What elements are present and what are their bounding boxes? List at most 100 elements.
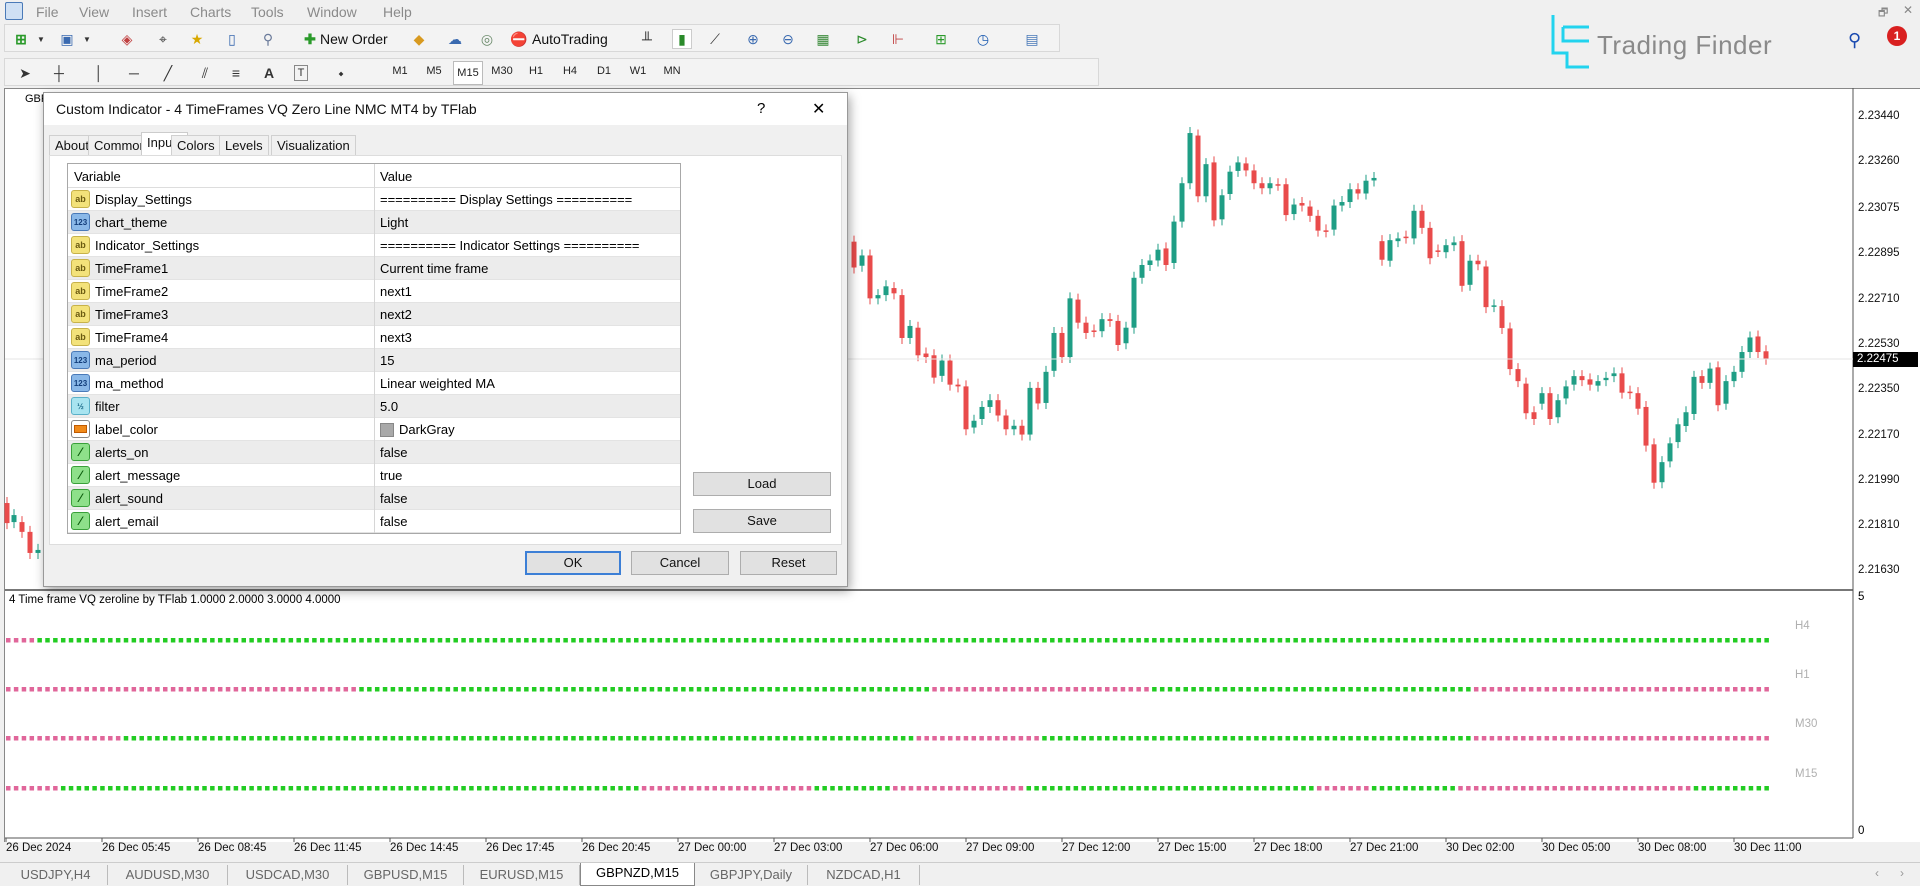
input-value[interactable]: Linear weighted MA [380,376,495,391]
indicator-dot-down [681,786,686,791]
indicator-dot-up [845,786,851,791]
indicator-dot-up [1379,786,1385,791]
input-value[interactable]: false [380,445,407,460]
indicator-axis-min: 0 [1858,825,1865,837]
indicator-dot-up [1458,736,1463,741]
input-value[interactable]: next3 [380,330,412,345]
input-row-indicator_settings[interactable]: Indicator_Settings ========== Indicator S… [68,234,680,257]
indicator-dot-down [225,687,231,692]
time-label: 27 Dec 06:00 [870,842,939,854]
input-row-timeframe3[interactable]: TimeFrame3 next2 [68,303,680,326]
candle-body [1731,371,1737,382]
ok-button[interactable]: OK [525,551,621,575]
indicator-dot-up [1607,638,1612,643]
input-value[interactable]: ========== Indicator Settings ========== [380,238,640,253]
input-row-display_settings[interactable]: Display_Settings ========== Display Setti… [68,188,680,211]
input-value[interactable]: false [380,514,407,529]
chart-tab-gbpusd-m15[interactable]: GBPUSD,M15 [348,865,464,885]
indicator-dot-up [1309,638,1314,643]
chart-tab-eurusd-m15[interactable]: EURUSD,M15 [464,865,580,885]
input-row-timeframe2[interactable]: TimeFrame2 next1 [68,280,680,303]
indicator-dot-down [1026,736,1031,741]
indicator-dot-up [108,786,113,791]
indicator-dot-up [736,687,741,692]
input-row-filter[interactable]: filter 5.0 [68,395,680,418]
input-value[interactable]: ========== Display Settings ========== [380,192,632,207]
input-value[interactable]: Current time frame [380,261,488,276]
reset-button[interactable]: Reset [740,551,837,575]
indicator-dot-up [477,736,482,741]
indicator-dot-up [1701,786,1707,791]
price-tick-label: 2.23440 [1858,110,1900,122]
input-value[interactable]: 5.0 [380,399,398,414]
indicator-dot-up [885,736,890,741]
chart-tab-audusd-m30[interactable]: AUDUSD,M30 [108,865,228,885]
chart-tab-nzdcad-h1[interactable]: NZDCAD,H1 [808,865,920,885]
input-value[interactable]: true [380,468,402,483]
close-button[interactable]: ✕ [812,99,825,119]
indicator-dot-down [6,638,11,643]
indicator-dot-up [453,786,458,791]
input-value[interactable]: next2 [380,307,412,322]
save-button[interactable]: Save [693,509,831,533]
indicator-dot-up [571,687,576,692]
indicator-dot-up [743,638,749,643]
chart-tab-usdjpy-h4[interactable]: USDJPY,H4 [4,865,108,885]
input-row-alert_email[interactable]: alert_email false [68,510,680,533]
input-value[interactable]: Light [380,215,408,230]
help-button[interactable]: ? [757,100,765,117]
input-row-alert_sound[interactable]: alert_sound false [68,487,680,510]
indicator-dot-up [422,638,427,643]
chart-tab-gbpjpy-daily[interactable]: GBPJPY,Daily [695,865,808,885]
indicator-dot-up [1136,736,1141,741]
indicator-dot-down [1583,736,1589,741]
indicator-dot-up [539,786,545,791]
input-value[interactable]: next1 [380,284,412,299]
indicator-dot-up [822,736,827,741]
indicator-dot-up [1434,687,1440,692]
input-row-timeframe4[interactable]: TimeFrame4 next3 [68,326,680,349]
candle-body [1259,183,1265,189]
chart-tab-usdcad-m30[interactable]: USDCAD,M30 [228,865,348,885]
candle-body [1595,381,1601,386]
indicator-dot-up [1120,736,1126,741]
input-row-alert_message[interactable]: alert_message true [68,464,680,487]
indicator-dot-up [1167,638,1173,643]
input-value[interactable]: false [380,491,407,506]
input-row-label_color[interactable]: label_color DarkGray [68,418,680,441]
indicator-dot-up [272,736,278,741]
dialog-tab-levels[interactable]: Levels [219,135,269,155]
cancel-button[interactable]: Cancel [631,551,729,575]
tabs-scroll-left-icon[interactable]: ‹ [1875,866,1879,880]
indicator-dot-down [1583,687,1589,692]
indicator-dot-down [1560,687,1565,692]
indicator-dot-up [1638,638,1644,643]
indicator-dot-up [586,736,592,741]
input-variable: alert_email [95,514,159,529]
input-row-ma_method[interactable]: ma_method Linear weighted MA [68,372,680,395]
input-row-timeframe1[interactable]: TimeFrame1 Current time frame [68,257,680,280]
indicator-dot-up [1065,638,1071,643]
load-button[interactable]: Load [693,472,831,496]
indicator-dot-up [516,687,521,692]
indicator-dot-up [1230,638,1236,643]
indicator-dot-down [1120,687,1126,692]
indicator-dot-down [1010,786,1016,791]
candle-body [1131,277,1137,328]
chart-tab-gbpnzd-m15[interactable]: GBPNZD,M15 [580,863,695,886]
input-row-ma_period[interactable]: ma_period 15 [68,349,680,372]
dialog-tab-colors[interactable]: Colors [171,135,221,155]
candle-body [1123,327,1129,344]
indicator-dot-up [68,786,74,791]
indicator-dot-up [170,786,176,791]
dialog-tab-visualization[interactable]: Visualization [271,135,356,155]
inputs-grid[interactable]: Variable Value Display_Settings =========… [67,163,681,534]
input-value[interactable]: DarkGray [380,422,455,437]
indicator-dot-down [1717,736,1722,741]
tabs-scroll-right-icon[interactable]: › [1900,866,1904,880]
input-value[interactable]: 15 [380,353,394,368]
input-row-chart_theme[interactable]: chart_theme Light [68,211,680,234]
indicator-dot-up [555,786,560,791]
indicator-dot-up [634,736,639,741]
input-row-alerts_on[interactable]: alerts_on false [68,441,680,464]
